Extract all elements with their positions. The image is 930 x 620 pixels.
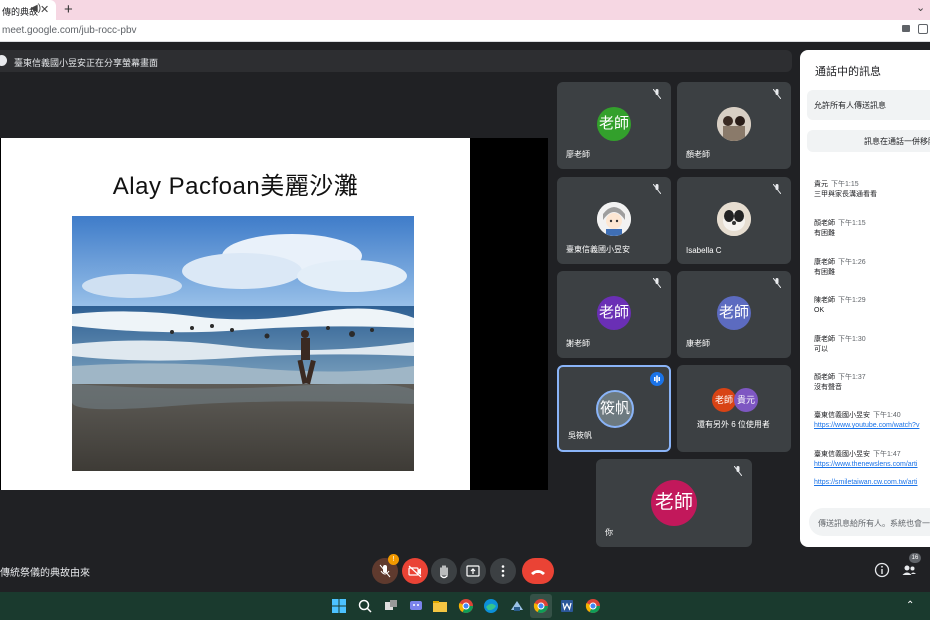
chat-app-icon[interactable]	[408, 598, 424, 614]
avatar: 老師	[597, 107, 631, 141]
store-app-icon[interactable]	[509, 598, 525, 614]
avatar: 貴元	[734, 388, 758, 412]
warning-badge: !	[388, 554, 399, 565]
meeting-name: 傳統祭儀的典故由來	[0, 568, 90, 579]
participant-count-badge: 16	[909, 553, 921, 563]
info-icon[interactable]	[874, 562, 890, 578]
mic-off-icon	[773, 89, 781, 99]
address-bar[interactable]: meet.google.com/jub-rocc-pbv	[0, 20, 930, 42]
mic-off-icon	[773, 278, 781, 288]
participant-tile[interactable]: 老師 康老師	[677, 271, 791, 358]
chat-link[interactable]: https://www.youtube.com/watch?v	[814, 422, 919, 429]
avatar-photo	[717, 107, 751, 141]
chrome-icon[interactable]	[585, 598, 601, 614]
tray-chevron-up-icon[interactable]: ⌃	[906, 600, 914, 611]
url-text: meet.google.com/jub-rocc-pbv	[2, 25, 137, 36]
participant-name: 康老師	[686, 339, 710, 348]
participant-tile[interactable]: Isabella C	[677, 177, 791, 264]
chat-panel: 通話中的訊息 允許所有人傳送訊息 訊息在通話一併移除 貴元 下午1:15 三甲與家…	[800, 50, 930, 547]
chat-link[interactable]: https://smiletaiwan.cw.com.tw/arti	[814, 479, 917, 486]
participant-name: 謝老師	[566, 339, 590, 348]
file-explorer-icon[interactable]	[432, 598, 448, 614]
task-view-icon[interactable]	[383, 598, 399, 614]
raise-hand-button[interactable]	[431, 558, 457, 584]
windows-start-icon[interactable]	[331, 598, 347, 614]
chrome-icon[interactable]	[533, 598, 549, 614]
participant-tile[interactable]: 顏老師	[677, 82, 791, 169]
presenter-text: 臺東信義國小昱安正在分享螢幕畫面	[14, 58, 159, 68]
participant-tile[interactable]: 老師 謝老師	[557, 271, 671, 358]
beach-photo	[72, 216, 414, 471]
participant-tile[interactable]: 臺東信義國小昱安	[557, 177, 671, 264]
chat-message: https://smiletaiwan.cw.com.tw/arti	[814, 478, 930, 488]
mic-off-icon	[653, 278, 661, 288]
more-participants-tile[interactable]: 老師 貴元 還有另外 6 位使用者	[677, 365, 791, 452]
edge-icon[interactable]	[483, 598, 499, 614]
windows-taskbar: ⌃	[0, 592, 930, 620]
mic-button[interactable]: !	[372, 554, 399, 584]
camera-off-icon	[408, 565, 422, 578]
hang-up-icon	[531, 570, 545, 575]
people-icon[interactable]	[901, 562, 917, 578]
allow-everyone-toggle[interactable]: 允許所有人傳送訊息	[807, 90, 930, 120]
close-tab-icon[interactable]: ✕	[40, 3, 49, 16]
chat-message: 顏老師 下午1:37 沒有聲音	[814, 374, 866, 391]
participant-name: 顏老師	[686, 150, 710, 159]
chat-message: 貴元 下午1:15 三甲與家長溝通看看	[814, 181, 877, 198]
browser-tabstrip: 傳的典故 ◀) ✕ + ⌄	[0, 0, 930, 20]
chat-message: 臺東信義國小昱安 下午1:47 https://www.thenewslens.c…	[814, 451, 918, 468]
chevron-down-icon[interactable]: ⌄	[916, 1, 925, 14]
participant-name: Isabella C	[686, 246, 722, 255]
avatar: 筱帆	[596, 390, 634, 428]
participant-tile-speaking[interactable]: 筱帆 吳筱帆	[557, 365, 671, 452]
mic-off-icon	[653, 184, 661, 194]
more-vert-icon	[501, 565, 505, 577]
mic-off-icon	[653, 89, 661, 99]
mic-off-icon	[734, 466, 742, 476]
chat-message: 康老師 下午1:30 可以	[814, 336, 866, 353]
self-tile[interactable]: 老師 你	[596, 459, 752, 547]
keep-messages-notice: 訊息在通話一併移除	[807, 130, 930, 152]
chat-title: 通話中的訊息	[815, 66, 881, 78]
participant-name: 吳筱帆	[568, 431, 592, 440]
participant-name: 廖老師	[566, 150, 590, 159]
avatar: 老師	[717, 296, 751, 330]
more-options-button[interactable]	[490, 558, 516, 584]
speaking-indicator-icon	[650, 372, 664, 386]
end-call-button[interactable]	[522, 558, 554, 584]
chat-link[interactable]: https://www.thenewslens.com/arti	[814, 461, 918, 468]
presenter-banner: 臺東信義國小昱安正在分享螢幕畫面	[0, 50, 792, 72]
avatar: 老師	[651, 480, 697, 526]
slide-title: Alay Pacfoan美麗沙灘	[112, 173, 359, 200]
chat-message: 顏老師 下午1:15 有困難	[814, 220, 866, 237]
chat-message: 陳老師 下午1:29 OK	[814, 297, 866, 314]
chat-input[interactable]: 傳送訊息給所有人。系統也會一併	[809, 508, 930, 536]
hand-icon	[440, 565, 448, 579]
present-icon	[466, 565, 480, 577]
search-icon[interactable]	[357, 598, 373, 614]
share-icon[interactable]	[918, 24, 928, 34]
chat-message: 康老師 下午1:26 有困難	[814, 259, 866, 276]
avatar-photo	[717, 202, 751, 236]
participant-name: 臺東信義國小昱安	[566, 245, 630, 254]
participant-name: 你	[605, 528, 613, 537]
chrome-icon[interactable]	[458, 598, 474, 614]
more-participants-label: 還有另外 6 位使用者	[697, 420, 770, 429]
new-tab-icon[interactable]: +	[64, 1, 73, 18]
camera-button[interactable]	[402, 558, 428, 584]
chat-message: 臺東信義國小昱安 下午1:40 https://www.youtube.com/w…	[814, 412, 920, 429]
present-button[interactable]	[460, 558, 486, 584]
participant-tile[interactable]: 老師 廖老師	[557, 82, 671, 169]
browser-tab[interactable]: 傳的典故 ◀) ✕	[0, 0, 56, 20]
camera-indicator-icon[interactable]	[902, 25, 910, 32]
avatar-illustration	[597, 202, 631, 236]
presentation-slide: Alay Pacfoan美麗沙灘	[1, 138, 470, 490]
mic-off-icon	[773, 184, 781, 194]
avatar: 老師	[597, 296, 631, 330]
word-icon[interactable]	[559, 598, 575, 614]
presenter-avatar-icon	[0, 55, 7, 66]
avatar: 老師	[712, 388, 736, 412]
